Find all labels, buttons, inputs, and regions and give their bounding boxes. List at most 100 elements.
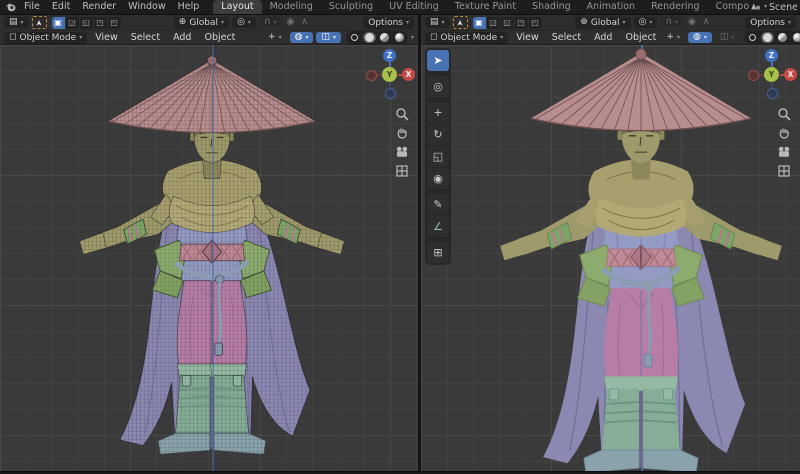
menu-select[interactable]: Select [126, 32, 165, 43]
gizmos-toggle[interactable]: +▾ [263, 32, 287, 43]
viewport-canvas[interactable]: ZXY [0, 45, 418, 471]
navigation-gizmo[interactable]: ZXY [746, 49, 798, 101]
menu-view[interactable]: View [511, 32, 544, 43]
select-mode-intersect[interactable]: ◰ [108, 17, 121, 29]
workspace-tab-layout[interactable]: Layout [213, 0, 261, 14]
select-mode-extend[interactable]: ◲ [66, 17, 79, 29]
pivot-dropdown[interactable]: ◎▾ [634, 17, 658, 28]
workspace-tab-uv-editing[interactable]: UV Editing [381, 0, 447, 14]
zoom-icon[interactable] [395, 107, 409, 121]
tool-annotate[interactable]: ✎ [427, 194, 449, 215]
blender-logo-icon[interactable] [3, 1, 18, 14]
orientation-dropdown[interactable]: ⊕Global▾ [575, 17, 630, 29]
gizmo-axis-y[interactable]: Y [382, 67, 397, 82]
mode-dropdown[interactable]: ◻Object Mode▾ [4, 32, 87, 44]
menu-edit[interactable]: Edit [46, 0, 76, 14]
tool-transform[interactable]: ◉ [427, 168, 449, 189]
workspace-tab-texture-paint[interactable]: Texture Paint [447, 0, 524, 14]
menu-help[interactable]: Help [172, 0, 206, 14]
select-mode-set[interactable]: ▣ [52, 17, 65, 29]
menu-add[interactable]: Add [589, 32, 617, 43]
editor-type-button[interactable]: ▤▾ [4, 17, 29, 28]
character-mesh[interactable] [500, 49, 782, 471]
perspective-icon[interactable] [777, 164, 791, 178]
select-mode-intersect[interactable]: ◰ [529, 17, 542, 29]
pan-icon[interactable] [395, 126, 409, 140]
select-mode-subtract[interactable]: ◱ [80, 17, 93, 29]
gizmo-axis-y[interactable]: Y [764, 67, 779, 82]
menu-view[interactable]: View [90, 32, 123, 43]
menu-object[interactable]: Object [199, 32, 240, 43]
gizmo-axis-z[interactable]: Z [383, 49, 396, 62]
gizmos-toggle[interactable]: +▾ [661, 32, 685, 43]
gizmo-axis-z-neg[interactable] [385, 88, 396, 99]
snapping-dropdown[interactable]: ∩▾ [259, 17, 282, 28]
tool-cursor[interactable]: ◎ [427, 76, 449, 97]
xray-toggle[interactable]: ◫▾ [715, 32, 740, 43]
workspace-tab-animation[interactable]: Animation [579, 0, 643, 14]
zoom-icon[interactable] [777, 107, 791, 121]
shading-solid-button[interactable] [761, 32, 774, 43]
menu-add[interactable]: Add [168, 32, 196, 43]
snapping-dropdown[interactable]: ∩▾ [660, 17, 683, 28]
menu-object[interactable]: Object [620, 32, 661, 43]
active-tool-button[interactable]: ➤ [32, 16, 47, 29]
select-mode-subtract[interactable]: ◱ [501, 17, 514, 29]
gizmo-axis-x-neg[interactable] [366, 70, 377, 81]
tool-add-cube[interactable]: ⊞ [427, 242, 449, 263]
gizmo-axis-z[interactable]: Z [765, 49, 778, 62]
workspace-tab-shading[interactable]: Shading [524, 0, 579, 14]
menu-select[interactable]: Select [547, 32, 586, 43]
camera-icon[interactable] [777, 145, 791, 159]
shading-wireframe-button[interactable] [746, 32, 759, 43]
tool-measure[interactable]: ∠ [427, 216, 449, 237]
navigation-gizmo[interactable]: ZXY [364, 49, 416, 101]
proportional-editing-icon[interactable]: ◉ [686, 18, 698, 27]
viewport-canvas[interactable]: ➤ ◎ +↻◱◉ ✎∠ ⊞ ZXY [421, 45, 800, 471]
menu-file[interactable]: File [18, 0, 46, 14]
workspace-tab-modeling[interactable]: Modeling [262, 0, 321, 14]
options-button[interactable]: Options▾ [363, 17, 414, 29]
overlays-toggle[interactable]: ◍▾ [688, 32, 712, 43]
menu-render[interactable]: Render [76, 0, 122, 14]
perspective-icon[interactable] [395, 164, 409, 178]
tool-scale[interactable]: ◱ [427, 146, 449, 167]
tool-select-box[interactable]: ➤ [427, 50, 449, 71]
options-button[interactable]: Options▾ [745, 17, 796, 29]
tool-rotate[interactable]: ↻ [427, 124, 449, 145]
overlays-toggle[interactable]: ◍▾ [290, 32, 314, 43]
shading-material-button[interactable] [776, 32, 789, 43]
proportional-falloff-icon[interactable]: ∧ [299, 18, 310, 27]
viewport-right: ▤▾➤▣◲◱◳◰⊕Global▾◎▾∩▾◉∧Options▾◻Object Mo… [421, 15, 800, 471]
gizmo-axis-x-neg[interactable] [748, 70, 759, 81]
pan-icon[interactable] [777, 126, 791, 140]
gizmo-axis-x[interactable]: X [784, 68, 797, 81]
shading-wireframe-button[interactable] [348, 32, 361, 43]
shading-material-button[interactable] [378, 32, 391, 43]
character-model[interactable] [488, 45, 794, 471]
editor-type-button[interactable]: ▤▾ [425, 17, 450, 28]
tool-move[interactable]: + [427, 102, 449, 123]
scene-selector[interactable]: ▾ Scene [749, 0, 797, 15]
proportional-falloff-icon[interactable]: ∧ [701, 18, 712, 27]
shading-rendered-button[interactable] [393, 32, 406, 43]
shading-solid-button[interactable] [363, 32, 376, 43]
workspace-tab-rendering[interactable]: Rendering [643, 0, 708, 14]
active-tool-button[interactable]: ➤ [453, 16, 468, 29]
pivot-dropdown[interactable]: ◎▾ [232, 17, 256, 28]
proportional-editing-icon[interactable]: ◉ [285, 18, 297, 27]
gizmo-axis-x[interactable]: X [402, 68, 415, 81]
shading-rendered-button[interactable] [791, 32, 800, 43]
select-mode-invert[interactable]: ◳ [515, 17, 528, 29]
xray-toggle[interactable]: ◫▾ [316, 32, 341, 43]
orientation-dropdown[interactable]: ⊕Global▾ [174, 17, 229, 29]
gizmo-axis-z-neg[interactable] [767, 88, 778, 99]
mode-dropdown[interactable]: ◻Object Mode▾ [425, 32, 508, 44]
select-mode-set[interactable]: ▣ [473, 17, 486, 29]
select-mode-invert[interactable]: ◳ [94, 17, 107, 29]
workspace-tab-sculpting[interactable]: Sculpting [321, 0, 381, 14]
workspace-tab-compositing[interactable]: Compositing [708, 0, 749, 14]
menu-window[interactable]: Window [122, 0, 171, 14]
select-mode-extend[interactable]: ◲ [487, 17, 500, 29]
camera-icon[interactable] [395, 145, 409, 159]
